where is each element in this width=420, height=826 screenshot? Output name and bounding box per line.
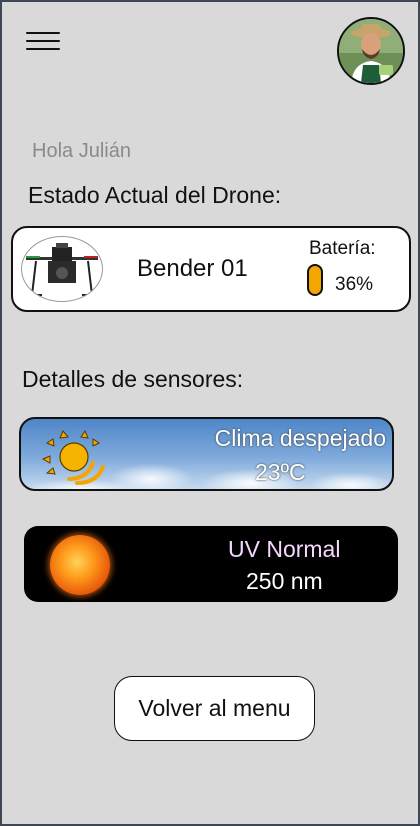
drone-name: Bender 01 (137, 255, 248, 282)
battery-icon (307, 264, 323, 296)
uv-status: UV Normal (228, 536, 341, 562)
uv-sensor-card[interactable]: UV Normal 250 nm (24, 526, 398, 602)
weather-status: Clima despejado (214, 425, 386, 451)
battery-percent: 36% (335, 274, 374, 295)
uv-value: 250 nm (246, 568, 323, 594)
sun-icon (41, 429, 105, 485)
hamburger-menu-icon[interactable] (26, 30, 62, 52)
battery-label: Batería: (309, 238, 376, 259)
user-avatar-photo (339, 19, 403, 83)
weather-temperature: 23ºC (255, 459, 306, 485)
drone-status-card[interactable]: Bender 01 Batería: 36% (11, 226, 411, 312)
drone-image (21, 236, 103, 302)
weather-sensor-card[interactable]: Clima despejado 23ºC (19, 417, 394, 491)
drone-status-title: Estado Actual del Drone: (28, 182, 282, 208)
drone-icon (26, 243, 98, 296)
phone-screen: Hola Julián Estado Actual del Drone: Ben… (0, 0, 420, 826)
back-to-menu-button[interactable]: Volver al menu (114, 676, 315, 741)
sensors-title: Detalles de sensores: (22, 366, 244, 392)
avatar[interactable] (337, 17, 405, 85)
greeting-text: Hola Julián (32, 140, 131, 162)
sun-icon (50, 535, 110, 595)
